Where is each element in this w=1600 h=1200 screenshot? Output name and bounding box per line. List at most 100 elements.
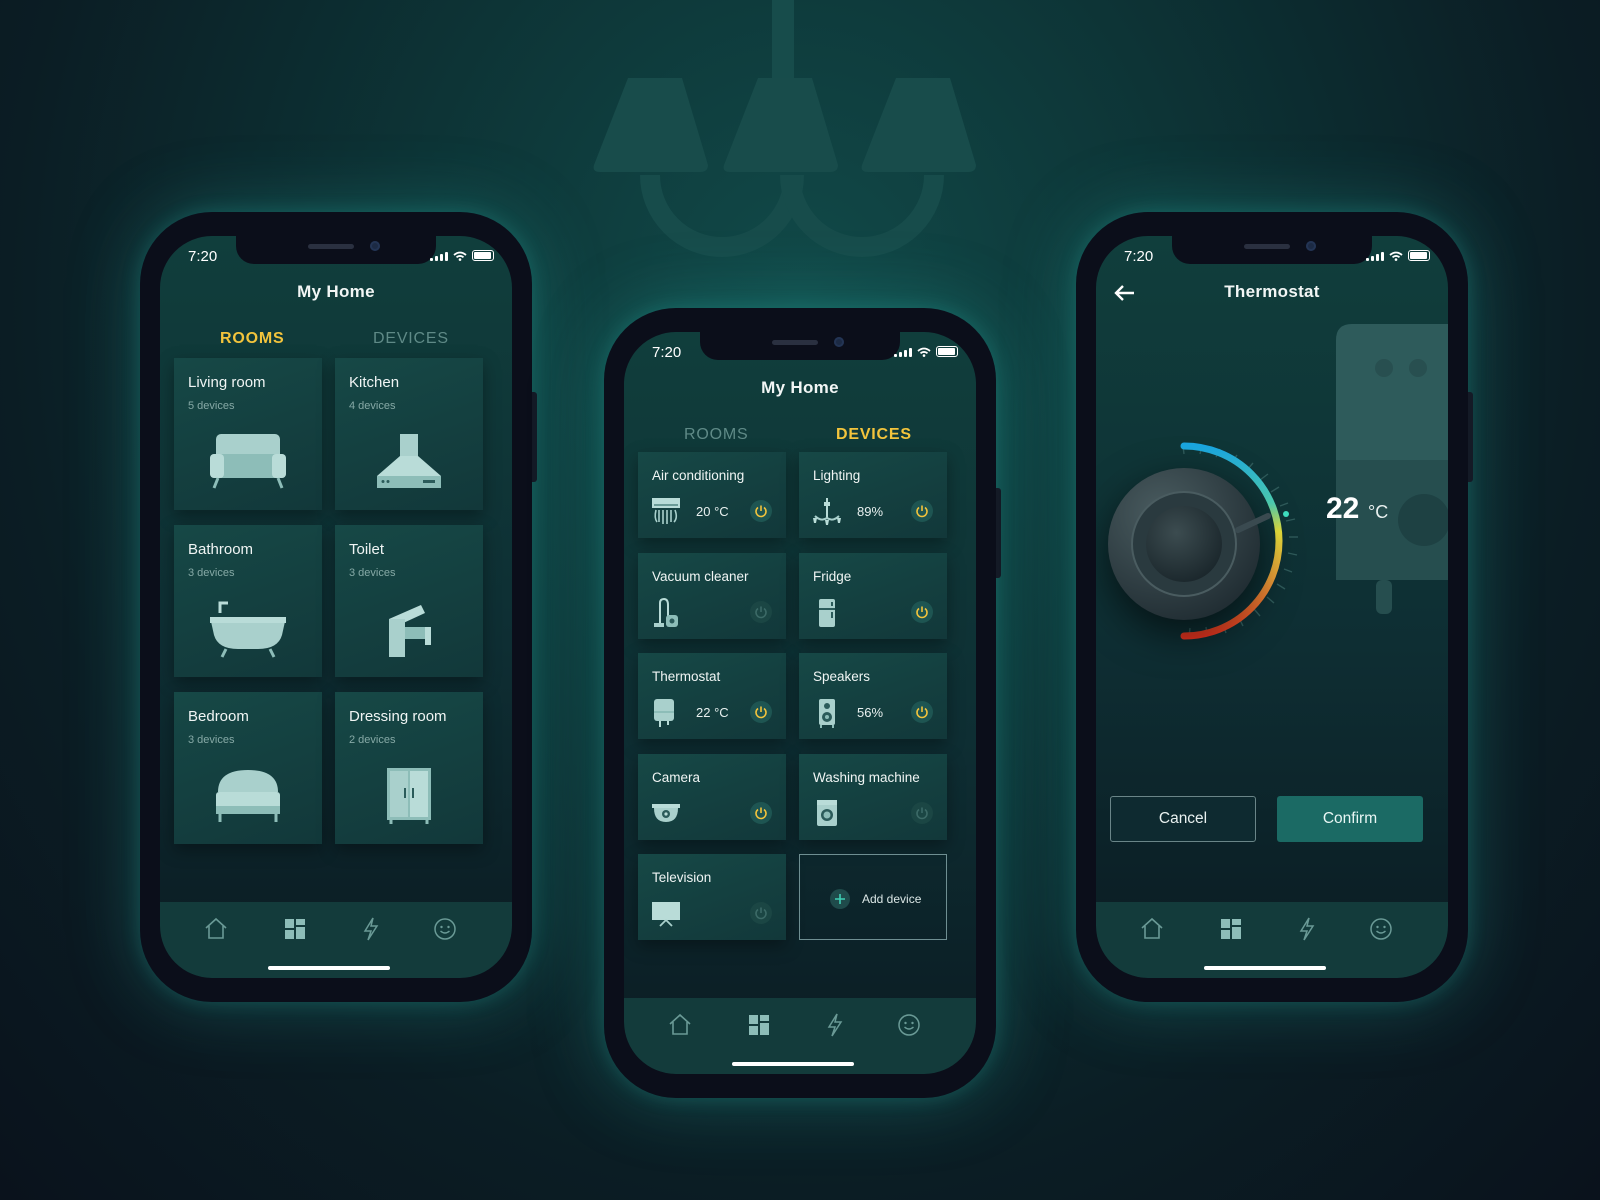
sofa-icon [210,434,286,489]
smiley-icon[interactable] [1368,916,1394,942]
television-icon [652,902,680,927]
washing-machine-icon [817,800,837,826]
home-indicator [268,966,390,970]
screen: 7:20 Thermostat 22 °C Cancel Confirm [1096,236,1448,978]
power-button[interactable] [750,601,772,623]
home-icon[interactable] [203,916,229,942]
device-value: 22 °C [696,705,729,720]
confirm-button[interactable]: Confirm [1277,796,1423,842]
device-card-air-conditioning[interactable]: Air conditioning 20 °C [638,452,786,538]
fridge-icon [819,599,835,627]
smiley-icon[interactable] [896,1012,922,1038]
room-card-bathroom[interactable]: Bathroom 3 devices [174,525,322,677]
device-name: Air conditioning [652,468,745,483]
room-device-count: 3 devices [188,567,235,579]
tab-devices[interactable]: DEVICES [836,426,912,444]
tab-devices[interactable]: DEVICES [373,330,449,348]
dashboard-icon[interactable] [746,1012,772,1038]
speaker-icon [819,699,835,728]
bathtub-icon [210,601,286,658]
power-button[interactable] [911,701,933,723]
power-button[interactable] [911,802,933,824]
lightning-icon[interactable] [822,1012,848,1038]
power-icon [755,606,767,619]
power-icon [916,606,928,619]
power-icon [916,505,928,518]
room-device-count: 3 devices [188,734,235,746]
power-icon [755,706,767,719]
device-card-washing-machine[interactable]: Washing machine [799,754,947,840]
thermostat-dial[interactable] [1096,412,1326,682]
room-card-bedroom[interactable]: Bedroom 3 devices [174,692,322,844]
faucet-icon [389,605,431,657]
power-icon [755,807,767,820]
power-button[interactable] [750,802,772,824]
water-heater-illustration [1336,324,1448,614]
home-icon[interactable] [1139,916,1165,942]
status-time: 7:20 [188,248,218,265]
temperature-value: 22 [1326,492,1360,525]
device-name: Vacuum cleaner [652,569,749,584]
signal-icon [430,252,448,261]
device-value: 20 °C [696,504,729,519]
camera-icon [652,804,680,822]
power-button[interactable] [750,500,772,522]
power-icon [916,807,928,820]
tab-rooms[interactable]: ROOMS [220,330,284,348]
home-indicator [732,1062,854,1066]
home-indicator [1204,966,1326,970]
room-card-toilet[interactable]: Toilet 3 devices [335,525,483,677]
room-name: Toilet [349,541,385,558]
plus-icon [830,889,850,909]
power-icon [755,907,767,920]
device-card-vacuum-cleaner[interactable]: Vacuum cleaner [638,553,786,639]
device-value: 89% [857,504,884,519]
room-card-dressing-room[interactable]: Dressing room 2 devices [335,692,483,844]
device-card-camera[interactable]: Camera [638,754,786,840]
home-icon[interactable] [667,1012,693,1038]
page-title: My Home [297,282,375,301]
range-hood-icon [377,434,441,488]
bottom-nav [624,998,976,1074]
room-card-living-room[interactable]: Living room 5 devices [174,358,322,510]
power-button[interactable] [750,902,772,924]
device-name: Fridge [813,569,852,584]
device-card-television[interactable]: Television [638,854,786,940]
water-heater-icon [654,699,674,727]
device-card-thermostat[interactable]: Thermostat 22 °C [638,653,786,739]
device-card-speakers[interactable]: Speakers 56% [799,653,947,739]
device-card-fridge[interactable]: Fridge [799,553,947,639]
power-button[interactable] [911,500,933,522]
phone-thermostat: 7:20 Thermostat 22 °C Cancel Confirm [1076,212,1473,1002]
power-button[interactable] [911,601,933,623]
signal-icon [894,348,912,357]
wifi-icon [453,251,467,261]
device-card-lighting[interactable]: Lighting 89% [799,452,947,538]
bottom-nav [160,902,512,978]
cancel-button[interactable]: Cancel [1110,796,1256,842]
dashboard-icon[interactable] [1218,916,1244,942]
page-title: My Home [761,378,839,397]
wardrobe-icon [387,768,431,824]
add-device-label: Add device [862,892,922,906]
room-device-count: 3 devices [349,567,396,579]
add-device-button[interactable]: Add device [799,854,947,940]
device-name: Washing machine [813,770,920,785]
device-value: 56% [857,705,884,720]
status-icons [1366,250,1430,261]
dashboard-icon[interactable] [282,916,308,942]
lightning-icon[interactable] [358,916,384,942]
status-time: 7:20 [1124,248,1154,265]
smiley-icon[interactable] [432,916,458,942]
phone-rooms: 7:20 My Home ROOMS DEVICES Living room 5… [140,212,537,1002]
room-card-kitchen[interactable]: Kitchen 4 devices [335,358,483,510]
device-name: Lighting [813,468,861,483]
power-button[interactable] [750,701,772,723]
lightning-icon[interactable] [1294,916,1320,942]
vacuum-cleaner-icon [654,597,678,627]
room-name: Living room [188,374,266,391]
tab-rooms[interactable]: ROOMS [684,426,748,444]
device-name: Speakers [813,669,871,684]
phone-devices: 7:20 My Home ROOMS DEVICES Air condition… [604,308,1001,1098]
air-conditioner-icon [652,498,680,524]
